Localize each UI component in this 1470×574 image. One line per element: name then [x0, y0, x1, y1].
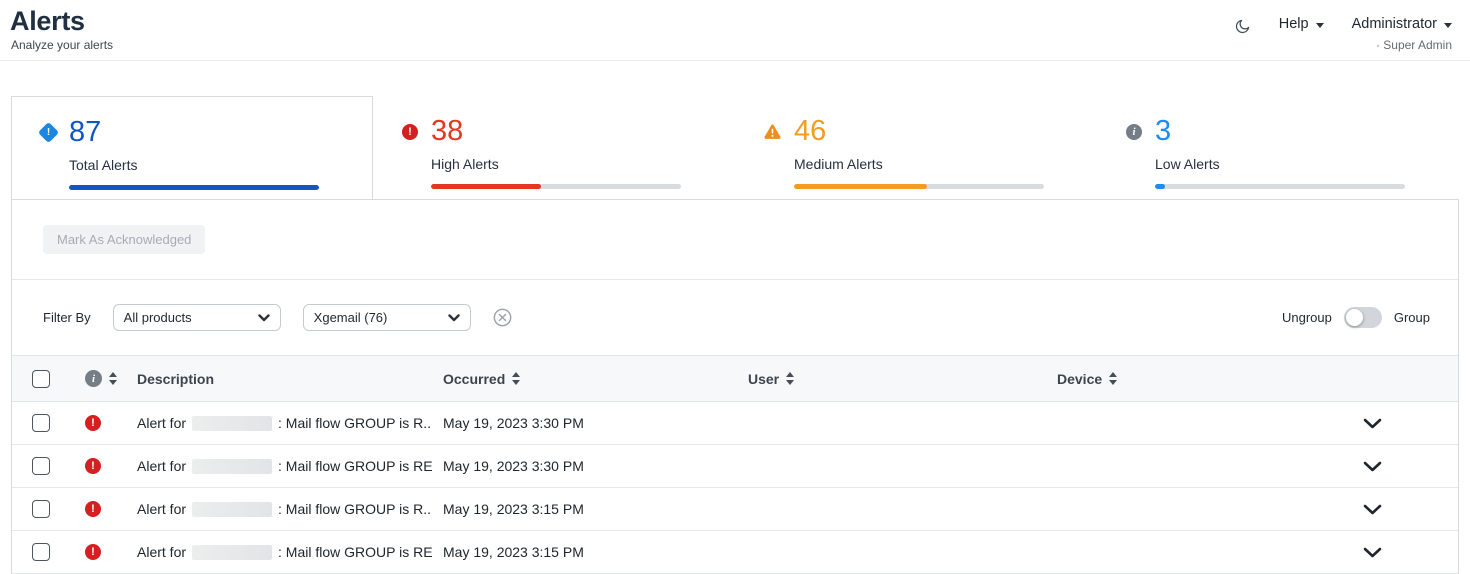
occurred-value: May 19, 2023 3:15 PM [432, 544, 737, 560]
group-toggle[interactable] [1344, 307, 1382, 328]
row-checkbox[interactable] [32, 414, 50, 432]
high-severity-icon: ! [85, 544, 101, 560]
high-severity-icon: ! [402, 124, 418, 140]
account-block: Administrator · Super Admin [1352, 16, 1452, 52]
severity-column-header[interactable]: i [76, 370, 127, 387]
table-header: i Description Occurred User Device [12, 355, 1458, 402]
alert-description: Alert for : Mail flow GROUP is R... [127, 415, 432, 431]
tab-high-alerts[interactable]: ! 38 High Alerts [373, 96, 735, 199]
description-column-header[interactable]: Description [127, 371, 432, 387]
total-alerts-label: Total Alerts [69, 157, 319, 173]
tab-medium-alerts[interactable]: 46 Medium Alerts [735, 96, 1097, 199]
sort-icon [786, 372, 794, 385]
alert-description: Alert for : Mail flow GROUP is R... [127, 501, 432, 517]
medium-alerts-label: Medium Alerts [794, 156, 1044, 172]
top-right-controls: Help Administrator · Super Admin [1234, 6, 1452, 60]
toggle-knob [1346, 309, 1363, 326]
chevron-down-icon [448, 314, 460, 322]
tab-total-alerts[interactable]: ! 87 Total Alerts [11, 96, 373, 199]
table-row: ! Alert for : Mail flow GROUP is R... Ma… [12, 488, 1458, 531]
low-alerts-progress-bar [1155, 184, 1405, 189]
medium-alerts-count: 46 [794, 117, 1044, 146]
low-alerts-count: 3 [1155, 117, 1405, 146]
account-menu-label: Administrator [1352, 16, 1437, 32]
type-filter-value: Xgemail (76) [314, 310, 388, 325]
high-alerts-progress-bar [431, 184, 681, 189]
help-menu[interactable]: Help [1279, 16, 1324, 32]
high-severity-icon: ! [85, 458, 101, 474]
occurred-value: May 19, 2023 3:30 PM [432, 415, 737, 431]
filter-by-label: Filter By [43, 310, 91, 325]
low-alerts-label: Low Alerts [1155, 156, 1405, 172]
alert-description: Alert for : Mail flow GROUP is RE... [127, 458, 432, 474]
severity-info-icon: i [85, 370, 102, 387]
page-subtitle: Analyze your alerts [10, 38, 113, 52]
table-row: ! Alert for : Mail flow GROUP is R... Ma… [12, 402, 1458, 445]
medium-severity-warning-icon [764, 124, 781, 139]
dark-mode-moon-icon[interactable] [1234, 18, 1251, 40]
user-column-header[interactable]: User [737, 371, 1046, 387]
chevron-down-icon [1444, 23, 1452, 28]
total-alerts-progress-bar [69, 185, 319, 190]
account-role: · Super Admin [1376, 38, 1452, 52]
expand-row-chevron-icon[interactable] [1363, 418, 1458, 429]
chevron-down-icon [1316, 23, 1324, 28]
expand-row-chevron-icon[interactable] [1363, 461, 1458, 472]
expand-row-chevron-icon[interactable] [1363, 547, 1458, 558]
chevron-down-icon [258, 314, 270, 322]
top-header: Alerts Analyze your alerts Help Administ… [0, 0, 1470, 61]
occurred-column-header[interactable]: Occurred [432, 371, 737, 387]
filter-bar: Filter By All products Xgemail (76) Ungr… [12, 280, 1458, 355]
device-column-header[interactable]: Device [1046, 371, 1355, 387]
group-toggle-wrap: Ungroup Group [1282, 307, 1430, 328]
type-filter-select[interactable]: Xgemail (76) [303, 304, 471, 331]
clear-filters-icon[interactable] [493, 308, 512, 327]
sort-icon [1109, 372, 1117, 385]
high-alerts-count: 38 [431, 117, 681, 146]
redacted-text [192, 502, 272, 517]
page-title: Alerts [10, 6, 113, 37]
medium-alerts-progress-bar [794, 184, 1044, 189]
total-alerts-count: 87 [69, 118, 319, 147]
low-severity-info-icon: i [1126, 124, 1142, 140]
row-checkbox[interactable] [32, 500, 50, 518]
high-severity-icon: ! [85, 501, 101, 517]
help-menu-label: Help [1279, 16, 1309, 32]
high-alerts-label: High Alerts [431, 156, 681, 172]
table-row: ! Alert for : Mail flow GROUP is RE... M… [12, 531, 1458, 574]
sort-icon [512, 372, 520, 385]
account-menu[interactable]: Administrator [1352, 16, 1452, 32]
redacted-text [192, 459, 272, 474]
redacted-text [192, 416, 272, 431]
occurred-value: May 19, 2023 3:15 PM [432, 501, 737, 517]
occurred-value: May 19, 2023 3:30 PM [432, 458, 737, 474]
diamond-alert-icon: ! [38, 122, 59, 143]
title-block: Alerts Analyze your alerts [10, 6, 113, 60]
alert-description: Alert for : Mail flow GROUP is RE... [127, 544, 432, 560]
table-row: ! Alert for : Mail flow GROUP is RE... M… [12, 445, 1458, 488]
expand-row-chevron-icon[interactable] [1363, 504, 1458, 515]
alert-summary-tabs: ! 87 Total Alerts ! 38 High Alerts [11, 96, 1459, 199]
group-label: Group [1394, 310, 1430, 325]
ungroup-label: Ungroup [1282, 310, 1332, 325]
actions-toolbar: Mark As Acknowledged [12, 200, 1458, 280]
alerts-panel: Mark As Acknowledged Filter By All produ… [11, 199, 1459, 574]
sort-icon [109, 372, 117, 385]
row-checkbox[interactable] [32, 543, 50, 561]
mark-as-acknowledged-button[interactable]: Mark As Acknowledged [43, 225, 205, 254]
product-filter-select[interactable]: All products [113, 304, 281, 331]
product-filter-value: All products [124, 310, 192, 325]
row-checkbox[interactable] [32, 457, 50, 475]
redacted-text [192, 545, 272, 560]
high-severity-icon: ! [85, 415, 101, 431]
tab-low-alerts[interactable]: i 3 Low Alerts [1097, 96, 1459, 199]
select-all-checkbox[interactable] [32, 370, 50, 388]
